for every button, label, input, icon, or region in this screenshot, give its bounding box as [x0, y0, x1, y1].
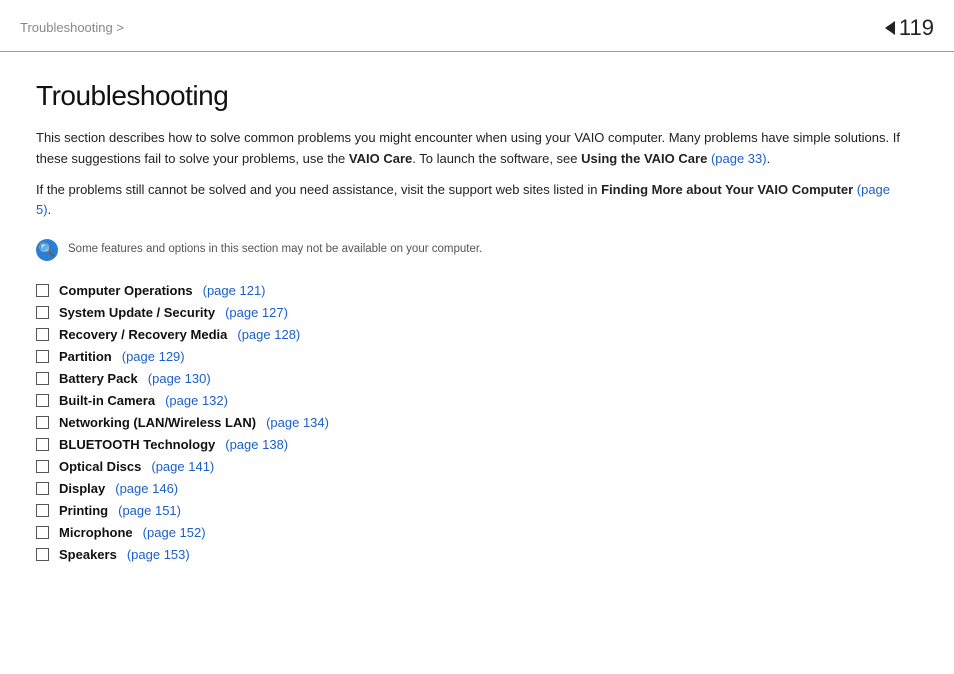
toc-item-label: Optical Discs: [59, 459, 141, 474]
toc-checkbox-icon: [36, 394, 49, 407]
intro-text-2a: If the problems still cannot be solved a…: [36, 182, 601, 197]
toc-item-label: Partition: [59, 349, 112, 364]
toc-item-label: Microphone: [59, 525, 133, 540]
toc-item-link[interactable]: (page 134): [266, 415, 329, 430]
toc-item-label: Computer Operations: [59, 283, 193, 298]
intro-paragraph-1: This section describes how to solve comm…: [36, 128, 904, 170]
toc-item-label: Display: [59, 481, 105, 496]
toc-checkbox-icon: [36, 438, 49, 451]
toc-item-link[interactable]: (page 121): [203, 283, 266, 298]
breadcrumb: Troubleshooting >: [20, 20, 124, 35]
toc-item: Computer Operations (page 121): [36, 283, 904, 298]
toc-item-link[interactable]: (page 138): [225, 437, 288, 452]
toc-item: Networking (LAN/Wireless LAN) (page 134): [36, 415, 904, 430]
note-box: 🔍 Some features and options in this sect…: [36, 239, 904, 261]
toc-item-link[interactable]: (page 146): [115, 481, 178, 496]
toc-item-link[interactable]: (page 141): [151, 459, 214, 474]
toc-item: Built-in Camera (page 132): [36, 393, 904, 408]
toc-item-link[interactable]: (page 153): [127, 547, 190, 562]
toc-item: BLUETOOTH Technology (page 138): [36, 437, 904, 452]
toc-checkbox-icon: [36, 372, 49, 385]
intro-bold-finding: Finding More about Your VAIO Computer: [601, 182, 853, 197]
toc-item-label: Printing: [59, 503, 108, 518]
toc-item-label: Speakers: [59, 547, 117, 562]
toc-item-label: Networking (LAN/Wireless LAN): [59, 415, 256, 430]
toc-item: System Update / Security (page 127): [36, 305, 904, 320]
toc-checkbox-icon: [36, 504, 49, 517]
note-text: Some features and options in this sectio…: [68, 239, 482, 258]
toc-item-link[interactable]: (page 127): [225, 305, 288, 320]
toc-item: Microphone (page 152): [36, 525, 904, 540]
arrow-left-icon: [885, 21, 895, 35]
toc-item-label: BLUETOOTH Technology: [59, 437, 215, 452]
toc-item-label: Battery Pack: [59, 371, 138, 386]
toc-item: Recovery / Recovery Media (page 128): [36, 327, 904, 342]
toc-item: Battery Pack (page 130): [36, 371, 904, 386]
toc-checkbox-icon: [36, 284, 49, 297]
toc-item-link[interactable]: (page 130): [148, 371, 211, 386]
toc-checkbox-icon: [36, 460, 49, 473]
intro-text-1c: .: [767, 151, 771, 166]
intro-text-2b: .: [48, 202, 52, 217]
page-title: Troubleshooting: [36, 80, 904, 112]
toc-item-link[interactable]: (page 152): [143, 525, 206, 540]
toc-item: Printing (page 151): [36, 503, 904, 518]
intro-text-1b: . To launch the software, see: [412, 151, 581, 166]
note-icon: 🔍: [36, 239, 58, 261]
toc-item: Optical Discs (page 141): [36, 459, 904, 474]
toc-checkbox-icon: [36, 526, 49, 539]
toc-item: Display (page 146): [36, 481, 904, 496]
toc-checkbox-icon: [36, 306, 49, 319]
toc-list: Computer Operations (page 121) System Upd…: [36, 283, 904, 562]
toc-item-link[interactable]: (page 128): [237, 327, 300, 342]
toc-checkbox-icon: [36, 416, 49, 429]
intro-bold-using-vaio: Using the VAIO Care: [581, 151, 707, 166]
toc-item-link[interactable]: (page 132): [165, 393, 228, 408]
toc-item: Speakers (page 153): [36, 547, 904, 562]
page-number: 119: [899, 15, 934, 41]
toc-item-label: Recovery / Recovery Media: [59, 327, 227, 342]
toc-checkbox-icon: [36, 548, 49, 561]
toc-item-link[interactable]: (page 129): [122, 349, 185, 364]
page-number-area: 119: [885, 15, 934, 41]
main-content: Troubleshooting This section describes h…: [0, 52, 940, 599]
toc-item: Partition (page 129): [36, 349, 904, 364]
toc-checkbox-icon: [36, 482, 49, 495]
header: Troubleshooting > 119: [0, 0, 954, 52]
toc-item-label: Built-in Camera: [59, 393, 155, 408]
intro-paragraph-2: If the problems still cannot be solved a…: [36, 180, 904, 222]
toc-item-label: System Update / Security: [59, 305, 215, 320]
page33-link[interactable]: (page 33): [711, 151, 767, 166]
toc-item-link[interactable]: (page 151): [118, 503, 181, 518]
toc-checkbox-icon: [36, 350, 49, 363]
note-icon-symbol: 🔍: [39, 242, 55, 258]
intro-bold-vaio-care: VAIO Care: [349, 151, 412, 166]
toc-checkbox-icon: [36, 328, 49, 341]
